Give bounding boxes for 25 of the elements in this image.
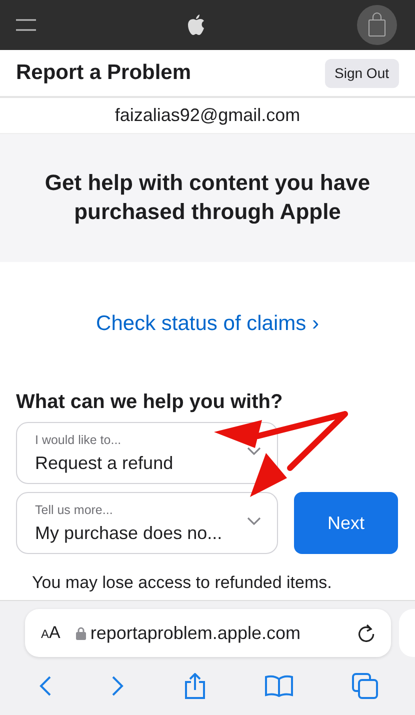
check-status-link[interactable]: Check status of claims › bbox=[96, 308, 319, 390]
share-icon[interactable] bbox=[184, 673, 206, 699]
url-text: reportaproblem.apple.com bbox=[90, 622, 300, 645]
tabs-icon[interactable] bbox=[352, 673, 378, 699]
refund-warning: You may lose access to refunded items. bbox=[32, 572, 333, 594]
page-title: Report a Problem bbox=[16, 60, 192, 86]
next-button[interactable]: Next bbox=[294, 492, 398, 554]
reload-icon[interactable] bbox=[358, 624, 375, 642]
dropdown-field[interactable]: I would like to... Request a refund bbox=[16, 422, 278, 484]
dropdown-field[interactable]: Tell us more... My purchase does no... bbox=[16, 492, 278, 554]
chevron-down-icon bbox=[247, 517, 261, 525]
account-email: faizalias92@gmail.com bbox=[114, 104, 300, 127]
sign-out-button[interactable]: Sign Out bbox=[324, 58, 399, 88]
menu-icon[interactable] bbox=[16, 19, 36, 31]
book-icon[interactable] bbox=[264, 675, 292, 697]
chevron-down-icon bbox=[247, 447, 261, 455]
apple-logo-icon[interactable] bbox=[186, 14, 204, 36]
address-bar[interactable]: AA reportaproblem.apple.com bbox=[25, 609, 391, 657]
forward-icon[interactable] bbox=[110, 676, 124, 696]
text-size-button[interactable]: AA bbox=[41, 620, 60, 646]
shopping-bag-icon[interactable] bbox=[355, 3, 399, 47]
back-icon[interactable] bbox=[38, 676, 52, 696]
intro-heading: Get help with content you have purchased through Apple bbox=[44, 169, 372, 226]
lock-icon bbox=[76, 626, 86, 640]
form-heading: What can we help you with? bbox=[16, 390, 284, 414]
